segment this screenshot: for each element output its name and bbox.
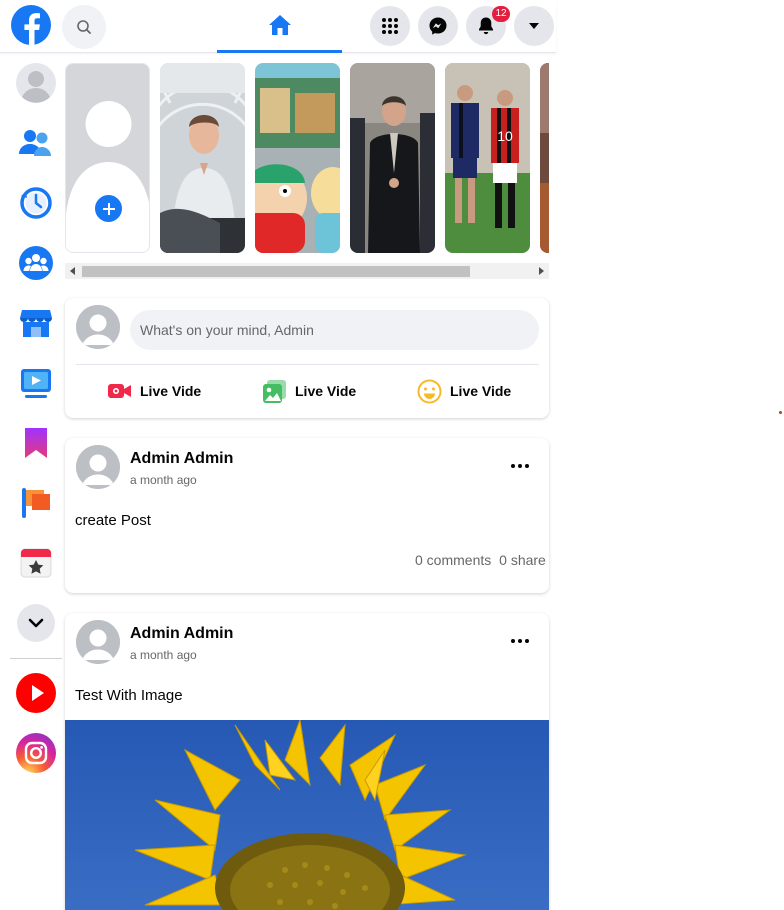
youtube-icon [16,673,56,713]
story-card[interactable] [350,63,435,253]
messenger-icon [429,17,447,35]
instagram-icon [16,733,56,773]
feeling-icon [417,379,442,404]
sidebar-item-watch[interactable] [16,363,56,403]
stories-scrollbar[interactable] [65,263,549,279]
sidebar-item-friends[interactable] [16,123,56,163]
story-image-person-sitting [160,63,245,253]
scroll-left-arrow-icon[interactable] [70,267,75,275]
post-options-button[interactable] [505,631,535,651]
marketplace-icon [20,310,52,337]
sidebar-item-pages[interactable] [16,483,56,523]
sidebar-item-youtube[interactable] [16,673,56,713]
post-author-avatar[interactable] [76,445,120,489]
action-label: Live Vide [295,383,357,399]
sidebar-item-profile[interactable] [16,63,56,103]
comments-count[interactable]: 0 comments [415,552,491,568]
story-image-sunset [540,63,549,253]
photo-video-button[interactable]: Live Vide [262,378,356,404]
pages-flag-icon [22,488,50,518]
post-text: Test With Image [75,687,183,704]
memories-icon [20,187,52,219]
bell-icon [479,17,493,35]
profile-icon [16,63,56,103]
add-story-button[interactable] [93,193,124,224]
avatar[interactable] [76,305,120,349]
facebook-logo-icon[interactable] [11,5,51,45]
live-video-button[interactable]: Live Vide [107,378,201,404]
sidebar-item-groups[interactable] [16,243,56,283]
caret-down-icon [529,23,539,29]
chevron-down-icon [17,604,55,642]
notifications-button[interactable]: 12 [466,6,510,46]
search-icon [77,20,91,34]
stray-dot [779,411,782,414]
story-card[interactable] [160,63,245,253]
sidebar-item-saved[interactable] [16,423,56,463]
story-card[interactable] [540,63,549,253]
home-icon [268,15,291,35]
more-options-icon [511,639,529,643]
events-calendar-icon [20,548,52,578]
story-card[interactable] [255,63,340,253]
story-card[interactable]: 10 [445,63,530,253]
feeling-activity-button[interactable]: Live Vide [417,378,511,404]
post-image[interactable] [65,720,549,910]
action-label: Live Vide [450,383,512,399]
post-text: create Post [75,512,151,529]
tab-home[interactable] [217,0,342,53]
scroll-right-arrow-icon[interactable] [539,267,544,275]
create-story-card[interactable] [65,63,150,253]
default-avatar-icon [76,620,120,664]
search-button[interactable] [62,5,106,49]
friends-icon [19,130,51,156]
story-image-men-in-suits [350,63,435,253]
plus-icon [102,202,115,215]
svg-text:10: 10 [497,128,513,144]
sidebar-divider [10,658,62,659]
post-options-button[interactable] [505,456,535,476]
account-menu-button[interactable] [514,6,554,46]
whats-on-your-mind-input[interactable] [130,310,539,350]
sidebar-item-memories[interactable] [16,183,56,223]
story-image-cartoon [255,63,340,253]
notification-count-badge: 12 [492,6,510,22]
sidebar-item-events[interactable] [16,543,56,583]
post-author-name[interactable]: Admin Admin [130,625,233,643]
left-sidebar [0,53,72,910]
menu-button[interactable] [370,6,410,46]
default-avatar-icon [76,445,120,489]
post-timestamp[interactable]: a month ago [130,648,197,662]
story-image-football-players: 10 [445,63,530,253]
photo-icon [262,379,287,404]
watch-icon [21,369,51,398]
live-video-icon [107,379,132,404]
post-author-avatar[interactable] [76,620,120,664]
post-card: Admin Admin a month ago Test With Image [65,613,549,910]
post-stats: 0 comments 0 share [411,552,546,568]
page: 12 10 What's on your mind, Admin Live Vi… [0,0,784,910]
saved-icon [25,428,47,458]
shares-count[interactable]: 0 share [499,552,546,568]
post-card: Admin Admin a month ago create Post 0 co… [65,438,549,593]
create-story-placeholder [66,64,149,252]
grid-menu-icon [382,18,398,34]
messenger-button[interactable] [418,6,458,46]
create-post-card: Live Vide Live Vide Live Vi [65,298,549,418]
composer-divider [76,364,539,365]
more-options-icon [511,464,529,468]
post-author-name[interactable]: Admin Admin [130,450,233,468]
top-navigation-bar: 12 [0,0,556,53]
sidebar-item-marketplace[interactable] [16,303,56,343]
stories-row: 10 [65,63,549,253]
scrollbar-thumb[interactable] [82,266,470,277]
action-label: Live Vide [140,383,202,399]
groups-icon [19,246,53,280]
default-avatar-icon [76,305,120,349]
see-more-button[interactable] [16,603,56,643]
sunflower-image [65,720,549,910]
sidebar-item-instagram[interactable] [16,733,56,773]
post-timestamp[interactable]: a month ago [130,473,197,487]
